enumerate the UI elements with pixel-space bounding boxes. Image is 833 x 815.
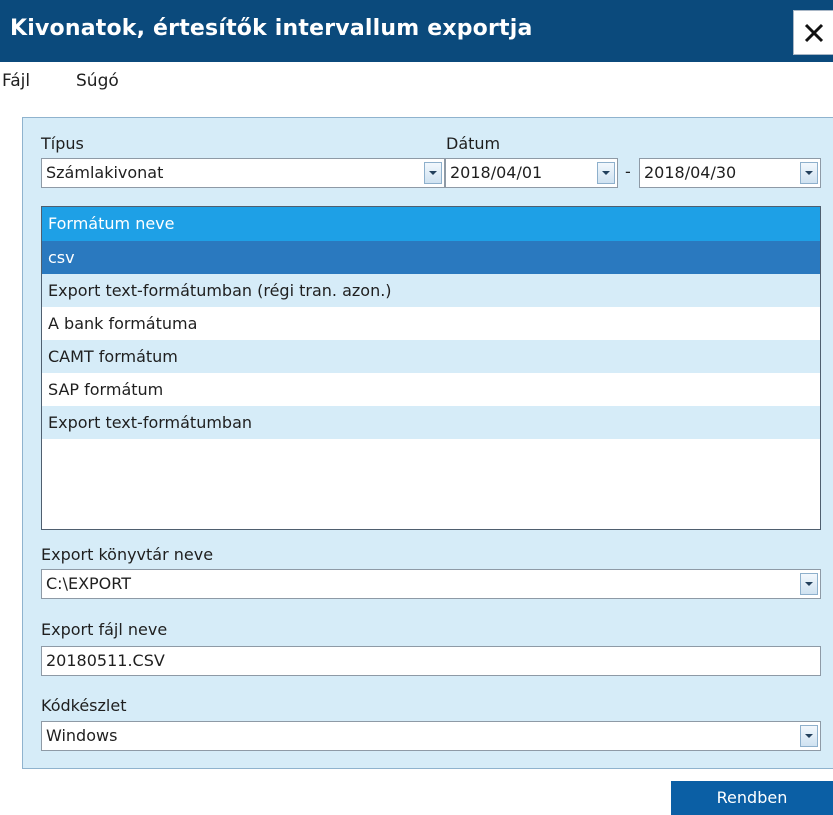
export-file-value: 20180511.CSV xyxy=(46,651,165,670)
chevron-down-icon xyxy=(429,171,437,175)
date-from-arrow[interactable] xyxy=(597,162,615,184)
type-dropdown[interactable]: Számlakivonat xyxy=(41,158,445,188)
close-button[interactable] xyxy=(793,10,833,55)
export-file-input[interactable]: 20180511.CSV xyxy=(41,646,821,676)
list-item[interactable]: csv xyxy=(42,241,820,274)
title-bar: Kivonatok, értesítők intervallum exportj… xyxy=(0,0,833,62)
chevron-down-icon xyxy=(805,582,813,586)
menu-bar: Fájl Súgó xyxy=(0,62,833,106)
type-dropdown-arrow[interactable] xyxy=(424,162,442,184)
list-item[interactable]: CAMT formátum xyxy=(42,340,820,373)
export-dir-value: C:\EXPORT xyxy=(46,574,131,593)
date-from-value: 2018/04/01 xyxy=(450,163,543,182)
date-separator: - xyxy=(625,162,631,181)
charset-label: Kódkészlet xyxy=(41,696,127,715)
chevron-down-icon xyxy=(805,734,813,738)
export-file-label: Export fájl neve xyxy=(41,620,168,639)
export-dir-dropdown[interactable]: C:\EXPORT xyxy=(41,569,821,599)
close-icon xyxy=(804,23,823,42)
export-dialog: Kivonatok, értesítők intervallum exportj… xyxy=(0,0,833,815)
dialog-title: Kivonatok, értesítők intervallum exportj… xyxy=(10,16,533,41)
charset-arrow[interactable] xyxy=(800,725,818,747)
type-label: Típus xyxy=(41,134,84,153)
list-item[interactable]: Export text-formátumban xyxy=(42,406,820,439)
format-list-header[interactable]: Formátum neve xyxy=(42,207,820,241)
format-list[interactable]: Formátum neve csv Export text-formátumba… xyxy=(41,206,821,530)
menu-file[interactable]: Fájl xyxy=(2,71,30,91)
charset-dropdown[interactable]: Windows xyxy=(41,721,821,751)
date-from-picker[interactable]: 2018/04/01 xyxy=(445,158,618,188)
menu-help[interactable]: Súgó xyxy=(76,71,119,91)
chevron-down-icon xyxy=(602,171,610,175)
export-dir-label: Export könyvtár neve xyxy=(41,545,214,564)
date-to-value: 2018/04/30 xyxy=(644,163,737,182)
type-value: Számlakivonat xyxy=(46,163,164,182)
form-panel: Típus Számlakivonat Dátum 2018/04/01 - 2… xyxy=(22,117,833,769)
date-to-picker[interactable]: 2018/04/30 xyxy=(639,158,821,188)
charset-value: Windows xyxy=(46,726,118,745)
list-item[interactable]: A bank formátuma xyxy=(42,307,820,340)
list-item[interactable]: SAP formátum xyxy=(42,373,820,406)
export-dir-arrow[interactable] xyxy=(800,573,818,595)
ok-button[interactable]: Rendben xyxy=(671,781,833,815)
list-item[interactable]: Export text-formátumban (régi tran. azon… xyxy=(42,274,820,307)
date-label: Dátum xyxy=(446,134,501,153)
date-to-arrow[interactable] xyxy=(800,162,818,184)
chevron-down-icon xyxy=(805,171,813,175)
